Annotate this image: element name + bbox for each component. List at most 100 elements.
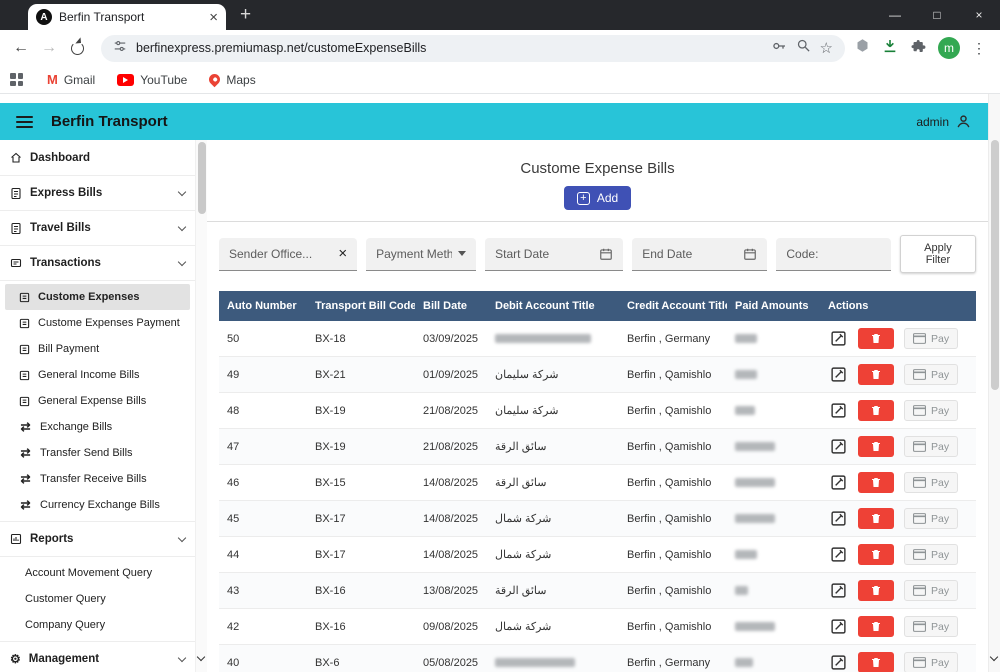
sidebar-item-express-bills[interactable]: Express Bills: [0, 179, 195, 207]
pay-button[interactable]: Pay: [904, 400, 959, 421]
redacted-paid-amount: [735, 658, 753, 668]
edit-button[interactable]: [828, 437, 848, 457]
sidebar-item-general-expense-bills[interactable]: General Expense Bills: [5, 388, 190, 414]
hamburger-menu-icon[interactable]: [16, 115, 33, 128]
user-menu[interactable]: admin: [916, 113, 972, 130]
bookmark-star-icon[interactable]: ☆: [820, 39, 833, 57]
site-info-icon[interactable]: [113, 39, 127, 58]
tab-close-icon[interactable]: ×: [209, 10, 218, 25]
delete-button[interactable]: [858, 616, 894, 637]
calendar-icon[interactable]: [599, 247, 613, 261]
apply-filter-button[interactable]: Apply Filter: [899, 235, 977, 273]
delete-button[interactable]: [858, 508, 894, 529]
sender-office-input[interactable]: Sender Office... ×: [219, 237, 358, 271]
sidebar-item-company-query[interactable]: Company Query: [5, 612, 190, 638]
sidebar-item-transactions[interactable]: Transactions: [0, 249, 195, 277]
bookmark-maps[interactable]: Maps: [207, 71, 256, 88]
delete-button[interactable]: [858, 472, 894, 493]
bookmark-youtube[interactable]: YouTube: [117, 73, 187, 87]
redacted-paid-amount: [735, 406, 755, 416]
card-icon: [913, 513, 926, 524]
end-date-input[interactable]: End Date: [632, 237, 768, 271]
cell-bill-code: BX-6: [307, 644, 415, 672]
sidebar-item-custome-expenses-payment[interactable]: Custome Expenses Payment: [5, 310, 190, 336]
pay-button[interactable]: Pay: [904, 436, 959, 457]
password-key-icon[interactable]: [771, 38, 787, 59]
scroll-down-icon[interactable]: [196, 652, 206, 662]
sidebar-item-bill-payment[interactable]: Bill Payment: [5, 336, 190, 362]
edit-button[interactable]: [828, 473, 848, 493]
extension-badge-icon[interactable]: [855, 38, 870, 58]
code-input[interactable]: Code:: [776, 237, 891, 271]
delete-button[interactable]: [858, 364, 894, 385]
pay-button[interactable]: Pay: [904, 616, 959, 637]
delete-button[interactable]: [858, 400, 894, 421]
pay-button[interactable]: Pay: [904, 544, 959, 565]
sidebar-item-travel-bills[interactable]: Travel Bills: [0, 214, 195, 242]
pay-button[interactable]: Pay: [904, 364, 959, 385]
delete-button[interactable]: [858, 544, 894, 565]
start-date-input[interactable]: Start Date: [485, 237, 624, 271]
edit-button[interactable]: [828, 401, 848, 421]
edit-button[interactable]: [828, 545, 848, 565]
calendar-icon[interactable]: [743, 247, 757, 261]
apps-grid-icon[interactable]: [10, 73, 23, 86]
pay-button[interactable]: Pay: [904, 652, 959, 672]
pay-button[interactable]: Pay: [904, 580, 959, 601]
sidebar-item-custome-expenses[interactable]: Custome Expenses: [5, 284, 190, 310]
sidebar-item-currency-exchange-bills[interactable]: ⇄ Currency Exchange Bills: [5, 492, 190, 518]
url-bar[interactable]: berfinexpress.premiumasp.net/customeExpe…: [101, 34, 845, 62]
edit-button[interactable]: [828, 581, 848, 601]
delete-button[interactable]: [858, 652, 894, 672]
zoom-icon[interactable]: [796, 38, 811, 58]
cell-debit-account: [487, 644, 619, 672]
profile-avatar[interactable]: m: [938, 37, 960, 59]
sidebar-item-transfer-send-bills[interactable]: ⇄ Transfer Send Bills: [5, 440, 190, 466]
edit-button[interactable]: [828, 329, 848, 349]
table-header-row: Auto Number Transport Bill Code Bill Dat…: [219, 291, 976, 321]
clear-icon[interactable]: ×: [338, 245, 347, 262]
forward-button[interactable]: →: [36, 39, 62, 57]
pay-button[interactable]: Pay: [904, 472, 959, 493]
trash-icon: [872, 334, 880, 343]
menu-kebab-icon[interactable]: ⋮: [972, 40, 986, 57]
cell-bill-date: 21/08/2025: [415, 392, 487, 429]
add-button[interactable]: + Add: [563, 186, 632, 210]
payment-method-select[interactable]: Payment Method: [366, 237, 477, 271]
sidebar-item-account-movement-query[interactable]: Account Movement Query: [5, 560, 190, 586]
sidebar-scrollbar[interactable]: [195, 140, 207, 672]
sidebar-item-dashboard[interactable]: Dashboard: [0, 144, 195, 172]
bookmark-gmail[interactable]: M Gmail: [47, 72, 95, 87]
minimize-button[interactable]: —: [874, 0, 916, 30]
scroll-down-icon[interactable]: [989, 652, 999, 662]
delete-button[interactable]: [858, 436, 894, 457]
close-button[interactable]: ×: [958, 0, 1000, 30]
redacted-debit: [495, 334, 591, 344]
pay-button[interactable]: Pay: [904, 328, 959, 349]
edit-button[interactable]: [828, 365, 848, 385]
delete-button[interactable]: [858, 580, 894, 601]
reload-button[interactable]: [71, 41, 84, 55]
sidebar-item-customer-query[interactable]: Customer Query: [5, 586, 190, 612]
edit-button[interactable]: [828, 653, 848, 672]
page-scrollbar-thumb[interactable]: [991, 140, 999, 390]
card-icon: [913, 441, 926, 452]
sidebar-item-reports[interactable]: Reports: [0, 525, 195, 553]
pay-button[interactable]: Pay: [904, 508, 959, 529]
maximize-button[interactable]: □: [916, 0, 958, 30]
new-tab-button[interactable]: +: [240, 4, 251, 26]
page-scrollbar[interactable]: [988, 94, 1000, 672]
edit-button[interactable]: [828, 509, 848, 529]
edit-button[interactable]: [828, 617, 848, 637]
sidebar-item-exchange-bills[interactable]: ⇄ Exchange Bills: [5, 414, 190, 440]
back-button[interactable]: ←: [8, 39, 34, 57]
sidebar-item-management[interactable]: ⚙ Management: [0, 645, 195, 672]
sidebar-scrollbar-thumb[interactable]: [198, 142, 206, 214]
browser-tab-strip: A Berfin Transport × + — □ ×: [0, 0, 1000, 30]
sidebar-item-general-income-bills[interactable]: General Income Bills: [5, 362, 190, 388]
download-icon[interactable]: [882, 38, 898, 59]
delete-button[interactable]: [858, 328, 894, 349]
sidebar-item-transfer-receive-bills[interactable]: ⇄ Transfer Receive Bills: [5, 466, 190, 492]
extensions-puzzle-icon[interactable]: [910, 38, 926, 59]
browser-tab[interactable]: A Berfin Transport ×: [28, 4, 226, 30]
